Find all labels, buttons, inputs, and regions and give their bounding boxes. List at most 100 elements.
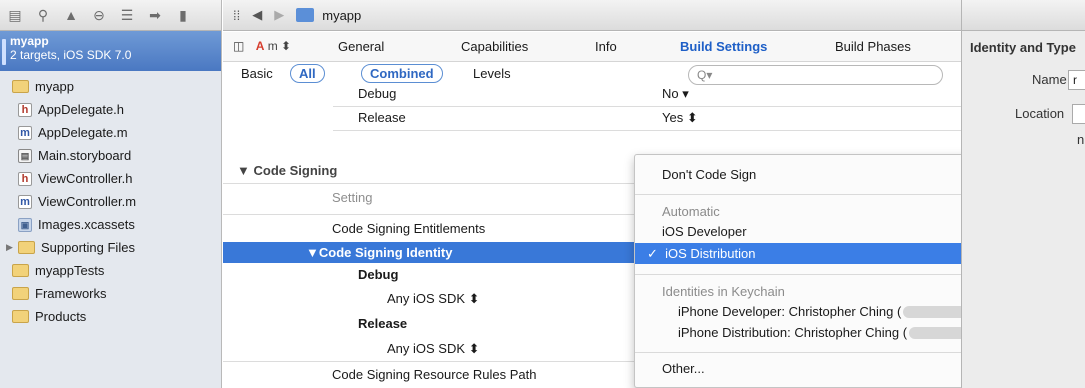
nav-item-products[interactable]: Products [0, 305, 221, 328]
setting-release-top-value[interactable]: Yes ⬍ [662, 110, 698, 126]
nav-item-label: ViewController.h [38, 171, 133, 186]
row-divider [223, 361, 643, 362]
section-code-signing[interactable]: ▼ Code Signing [237, 163, 337, 178]
nav-item-label: Main.storyboard [38, 148, 132, 163]
menu-item-label: iOS Distribution [665, 246, 756, 261]
nav-item-viewcontroller-m[interactable]: m ViewController.m [0, 190, 221, 213]
setting-release-top: Release [358, 110, 406, 125]
setting-debug-top: Debug [358, 86, 397, 101]
navigator-toolbar: ▤ ⚲ ▲ ⊖ ☰ ➡ ▮ [0, 0, 221, 31]
row-divider [223, 183, 643, 184]
tab-capabilities[interactable]: Capabilities [461, 39, 528, 54]
folder-icon [12, 310, 29, 323]
project-icon [2, 39, 6, 65]
nav-item-main-storyboard[interactable]: ▤ Main.storyboard [0, 144, 221, 167]
disclosure-triangle-icon[interactable]: ▶ [6, 242, 16, 253]
log-icon[interactable]: ▮ [176, 8, 190, 22]
project-navigator: ▤ ⚲ ▲ ⊖ ☰ ➡ ▮ myapp 2 targets, iOS SDK 7… [0, 0, 222, 388]
implementation-file-icon: m [18, 194, 32, 209]
row-divider [223, 214, 643, 215]
forward-arrow-icon[interactable]: ▶ [274, 7, 284, 23]
nav-item-label: myappTests [35, 263, 105, 278]
folder-icon[interactable]: ▤ [8, 8, 22, 22]
inspector-name-label: Name [1032, 72, 1067, 87]
setting-code-signing-identity[interactable]: ▼Code Signing Identity [223, 242, 643, 263]
jump-bar: ⁞⁞ ◀ ▶ myapp [223, 0, 961, 31]
editor-tabs: ◫ A m ⬍ General Capabilities Info Build … [223, 32, 961, 62]
file-inspector: Identity and Type Name r Location n [961, 0, 1085, 388]
menu-item-label: iPhone Developer: Christopher Ching ( [678, 304, 902, 319]
setting-debug-sdk[interactable]: Any iOS SDK ⬍ [387, 291, 480, 307]
filter-combined[interactable]: Combined [361, 64, 443, 83]
folder-icon [12, 287, 29, 300]
project-name: myapp [10, 34, 49, 48]
row-divider [333, 106, 961, 107]
nav-item-appdelegate-m[interactable]: m AppDelegate.m [0, 121, 221, 144]
setting-identity-label: Code Signing Identity [318, 245, 453, 260]
row-divider [333, 130, 961, 131]
header-file-icon: h [18, 102, 32, 117]
setting-release: Release [358, 316, 408, 331]
asset-catalog-icon: ▣ [18, 217, 32, 232]
nav-item-supporting-files[interactable]: ▶ Supporting Files [0, 236, 221, 259]
setting-debug: Debug [358, 267, 399, 282]
filter-levels[interactable]: Levels [473, 66, 511, 81]
folder-icon [18, 241, 35, 254]
inspector-location-label: Location [1015, 106, 1065, 121]
nav-item-frameworks[interactable]: Frameworks [0, 282, 221, 305]
folder-icon [12, 80, 29, 93]
nav-item-label: myapp [35, 79, 75, 94]
inspector-name-field[interactable]: r [1068, 70, 1085, 90]
nav-item-label: Frameworks [35, 286, 107, 301]
tab-build-settings[interactable]: Build Settings [680, 39, 767, 54]
checkmark-icon: ✓ [647, 246, 666, 261]
project-row[interactable]: myapp 2 targets, iOS SDK 7.0 [0, 31, 221, 71]
project-file-icon [296, 8, 315, 22]
nav-item-viewcontroller-h[interactable]: h ViewController.h [0, 167, 221, 190]
inspector-toolbar [962, 0, 1085, 31]
list-icon[interactable]: ☰ [120, 8, 134, 22]
setting-entitlements: Code Signing Entitlements [332, 221, 486, 236]
inspector-extra-text: n [1077, 132, 1085, 147]
target-name: m [267, 39, 278, 53]
nav-item-appdelegate-h[interactable]: h AppDelegate.h [0, 98, 221, 121]
setting-rules-path: Code Signing Resource Rules Path [332, 367, 537, 382]
column-header-setting: Setting [332, 190, 373, 205]
menu-item-label: iPhone Distribution: Christopher Ching ( [678, 325, 908, 340]
setting-debug-top-value[interactable]: No ▾ [662, 86, 689, 102]
nav-item-myapptests[interactable]: myappTests [0, 259, 221, 282]
nav-item-images-xcassets[interactable]: ▣ Images.xcassets [0, 213, 221, 236]
inspector-location-popup[interactable] [1072, 104, 1085, 124]
filter-all[interactable]: All [290, 64, 325, 83]
filter-basic[interactable]: Basic [241, 66, 273, 81]
target-icon: A [255, 39, 265, 53]
setting-release-sdk[interactable]: Any iOS SDK ⬍ [387, 341, 480, 357]
section-title: Code Signing [253, 163, 338, 178]
search-icon: Q▾ [697, 68, 713, 82]
nav-item-label: Products [35, 309, 87, 324]
search-icon[interactable]: ⚲ [36, 8, 50, 22]
project-subtitle: 2 targets, iOS SDK 7.0 [10, 48, 132, 62]
implementation-file-icon: m [18, 125, 32, 140]
breakpoint-icon[interactable]: ⊖ [92, 8, 106, 22]
warning-icon[interactable]: ▲ [64, 8, 78, 22]
nav-item-myapp[interactable]: myapp [0, 75, 221, 98]
sidebar-toggle-icon[interactable]: ◫ [233, 39, 244, 53]
folder-icon [12, 264, 29, 277]
nav-item-label: AppDelegate.h [38, 102, 125, 117]
header-file-icon: h [18, 171, 32, 186]
tab-build-phases[interactable]: Build Phases [835, 39, 911, 54]
nav-item-label: AppDelegate.m [38, 125, 128, 140]
target-selector[interactable]: ◫ A m ⬍ [233, 39, 291, 53]
search-field[interactable]: Q▾ [688, 65, 943, 85]
tab-info[interactable]: Info [595, 39, 617, 54]
nav-item-label: ViewController.m [38, 194, 137, 209]
related-items-icon[interactable]: ⁞⁞ [233, 8, 240, 23]
nav-item-label: Supporting Files [41, 240, 135, 255]
tag-icon[interactable]: ➡ [148, 8, 162, 22]
jump-bar-title[interactable]: myapp [322, 8, 361, 23]
inspector-header: Identity and Type [970, 40, 1076, 55]
tab-general[interactable]: General [338, 39, 384, 54]
storyboard-icon: ▤ [18, 148, 32, 163]
back-arrow-icon[interactable]: ◀ [252, 7, 262, 23]
